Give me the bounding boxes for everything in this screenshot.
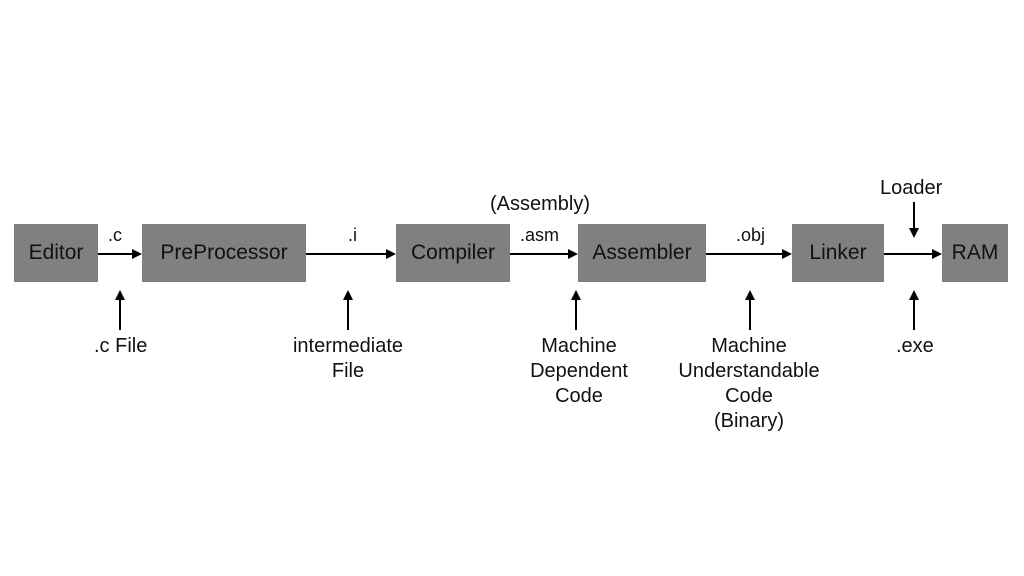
node-editor: Editor: [14, 224, 98, 282]
anno-c-file: .c File: [94, 334, 147, 359]
arrow-editor-pre: [98, 246, 142, 262]
arrow-intermediate: [340, 290, 356, 330]
anno-exe: .exe: [896, 334, 934, 359]
node-compiler: Compiler: [396, 224, 510, 282]
node-ram: RAM: [942, 224, 1008, 282]
arrow-c-file: [112, 290, 128, 330]
anno-loader: Loader: [880, 176, 942, 201]
node-linker-label: Linker: [809, 241, 866, 265]
arrow-machine-und: [742, 290, 758, 330]
arrow-asm-linker: [706, 246, 792, 262]
node-assembler: Assembler: [578, 224, 706, 282]
arrow-compiler-asm: [510, 246, 578, 262]
node-compiler-label: Compiler: [411, 241, 495, 265]
node-editor-label: Editor: [29, 241, 84, 265]
edge-label-c: .c: [108, 224, 122, 247]
node-linker: Linker: [792, 224, 884, 282]
assembly-note: (Assembly): [490, 192, 590, 217]
node-assembler-label: Assembler: [592, 241, 691, 265]
arrow-linker-ram: [884, 246, 942, 262]
anno-intermediate: intermediate File: [288, 334, 408, 384]
node-preprocessor: PreProcessor: [142, 224, 306, 282]
edge-label-obj: .obj: [736, 224, 765, 247]
anno-machine-dep: Machine Dependent Code: [524, 334, 634, 409]
edge-label-i: .i: [348, 224, 357, 247]
arrow-pre-compiler: [306, 246, 396, 262]
arrow-loader: [906, 202, 922, 238]
arrow-exe: [906, 290, 922, 330]
edge-label-asm: .asm: [520, 224, 559, 247]
diagram-stage: Editor PreProcessor Compiler Assembler L…: [0, 0, 1024, 576]
node-ram-label: RAM: [952, 241, 999, 265]
arrow-machine-dep: [568, 290, 584, 330]
anno-machine-und: Machine Understandable Code (Binary): [674, 334, 824, 434]
node-preprocessor-label: PreProcessor: [160, 241, 287, 265]
